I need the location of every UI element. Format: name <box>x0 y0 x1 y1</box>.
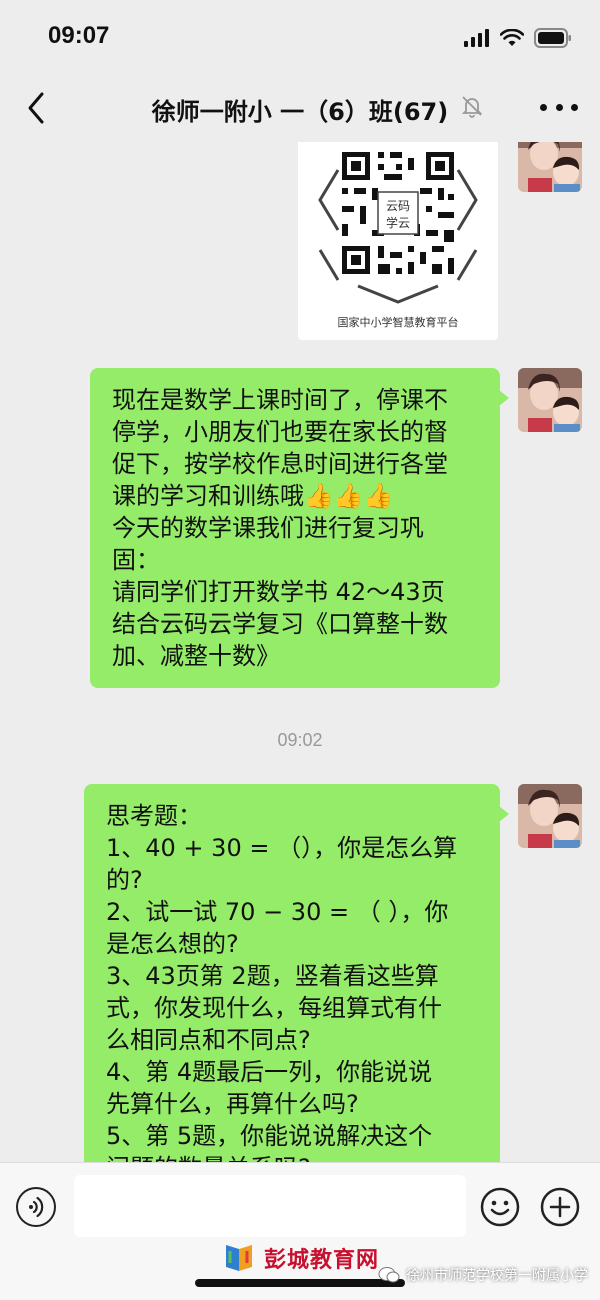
chat-message-list[interactable]: 云码 学云 国家中小学智慧教育平台 现在是数学上课时间了，停课不 停学，小朋友们… <box>0 142 600 1162</box>
home-indicator[interactable] <box>195 1279 405 1287</box>
status-time: 09:07 <box>48 22 110 49</box>
message-line: 么相同点和不同点? <box>106 1026 311 1054</box>
message-timestamp: 09:02 <box>277 730 323 750</box>
wifi-icon <box>500 29 524 46</box>
emoji-button[interactable] <box>480 1187 520 1227</box>
more-functions-button[interactable] <box>540 1187 580 1227</box>
sender-avatar[interactable] <box>518 368 582 432</box>
text-message-bubble[interactable]: 现在是数学上课时间了，停课不 停学，小朋友们也要在家长的督 促下，按学校作息时间… <box>90 368 509 688</box>
message-line: 今天的数学课我们进行复习巩 <box>112 514 424 542</box>
chat-header: 徐师一附小 一（6）班(67) <box>0 72 600 142</box>
avatar-photo-icon <box>518 368 582 432</box>
more-options-button[interactable] <box>540 90 578 124</box>
message-line: 的? <box>106 866 143 894</box>
avatar-photo-icon <box>518 142 582 192</box>
message-input-bar: 彭城教育网 徐州市师范学校第一附属小学 <box>0 1162 600 1300</box>
message-line: 先算什么，再算什么吗? <box>106 1090 359 1118</box>
sender-avatar[interactable] <box>518 784 582 848</box>
text-message-bubble[interactable]: 思考题： 1、40 + 30 = （），你是怎么算 的? 2、试一试 70 − … <box>84 784 509 1162</box>
message-line: 思考题： <box>106 802 202 830</box>
battery-icon <box>534 28 571 48</box>
more-dot-icon <box>571 103 578 111</box>
plus-circle-icon <box>540 1187 580 1227</box>
watermark-site-name: 彭城教育网 <box>264 1248 380 1273</box>
watermark-account-name: 徐州市师范学校第一附属小学 <box>406 1268 588 1284</box>
message-line: 固： <box>112 546 160 574</box>
avatar-photo-icon <box>518 784 582 848</box>
qr-code-image-message[interactable]: 云码 学云 国家中小学智慧教育平台 <box>298 142 498 340</box>
message-line: 加、减整十数》 <box>112 642 280 670</box>
cellular-signal-icon <box>464 29 489 47</box>
voice-input-button[interactable] <box>16 1187 56 1227</box>
message-line: 5、第 5题，你能说说解决这个 <box>106 1122 433 1150</box>
message-line: 2、试一试 70 − 30 = （ ），你 <box>106 898 449 926</box>
mute-bell-icon <box>460 94 484 118</box>
message-line: 3、43页第 2题，竖着看这些算 <box>106 962 439 990</box>
message-line: 问题的数量关系吗? <box>106 1152 480 1162</box>
watermark-logo: 彭城教育网 <box>222 1241 392 1275</box>
qr-code-image: 云码 学云 <box>318 150 478 304</box>
message-line: 课的学习和训练哦👍👍👍 <box>112 482 394 510</box>
smiley-icon <box>480 1187 520 1227</box>
message-line: 1、40 + 30 = （），你是怎么算 <box>106 834 458 862</box>
message-text-input[interactable] <box>74 1175 466 1237</box>
message-line: 4、第 4题最后一列，你能说说 <box>106 1058 433 1086</box>
sender-avatar[interactable] <box>518 142 582 192</box>
message-line: 现在是数学上课时间了，停课不 <box>112 386 448 414</box>
more-dot-icon <box>555 103 563 111</box>
wechat-official-account-icon <box>378 1267 400 1283</box>
voice-wave-icon <box>29 1196 44 1218</box>
message-line: 式，你发现什么，每组算式有什 <box>106 994 442 1022</box>
svg-text:云码: 云码 <box>386 199 410 213</box>
status-icons <box>464 26 572 50</box>
chat-title: 徐师一附小 一（6）班(67) <box>151 98 449 126</box>
message-line: 促下，按学校作息时间进行各堂 <box>112 450 448 478</box>
message-line: 是怎么想的? <box>106 930 239 958</box>
svg-text:学云: 学云 <box>386 215 410 230</box>
open-book-logo-icon <box>226 1245 252 1271</box>
message-line: 停学，小朋友们也要在家长的督 <box>112 418 448 446</box>
qr-caption: 国家中小学智慧教育平台 <box>337 316 459 329</box>
message-line: 结合云码云学复习《口算整十数 <box>112 610 448 638</box>
more-dot-icon <box>540 103 547 111</box>
watermark-account: 徐州市师范学校第一附属小学 <box>378 1265 588 1285</box>
message-line: 请同学们打开数学书 42～43页 <box>112 578 445 606</box>
status-bar: 09:07 <box>0 0 600 70</box>
